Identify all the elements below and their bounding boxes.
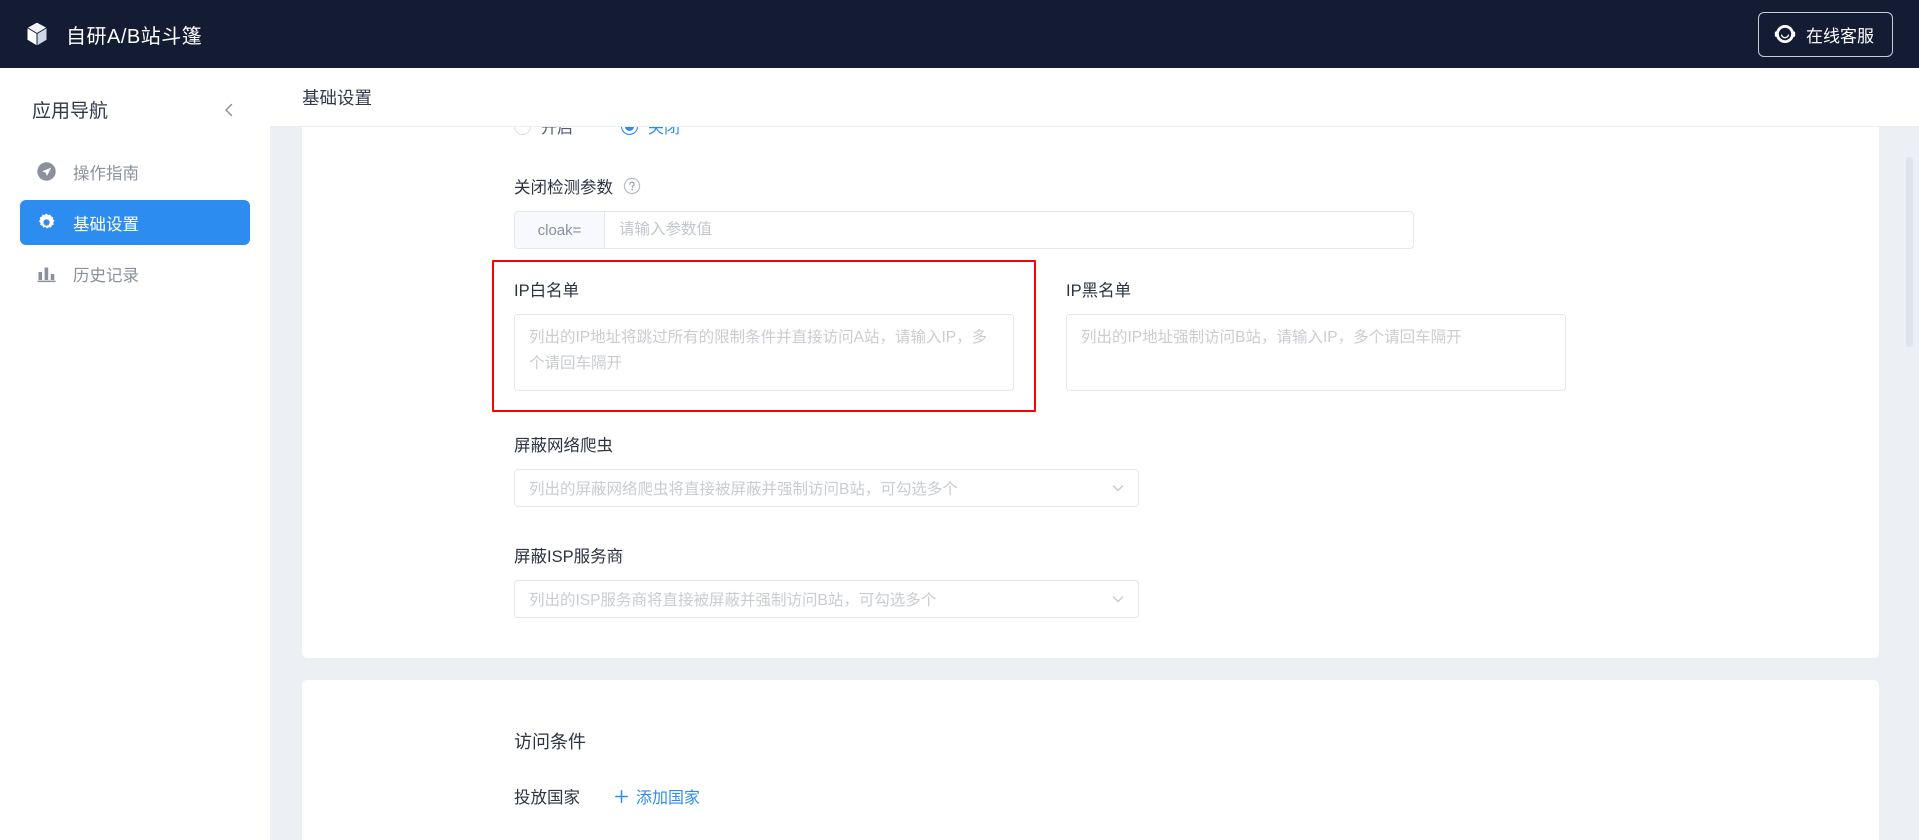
- sidebar-item-label: 历史记录: [73, 266, 139, 285]
- ip-whitelist-label: IP白名单: [514, 282, 580, 300]
- add-country-label: 添加国家: [636, 790, 701, 807]
- ip-blacklist-textarea[interactable]: [1066, 314, 1566, 391]
- chevron-down-icon: [1110, 480, 1126, 496]
- ip-blacklist-label: IP黑名单: [1066, 282, 1132, 300]
- ip-blacklist-label-row: IP黑名单: [1066, 277, 1566, 301]
- sidebar: 应用导航 操作指南 基础设置 历史记录: [0, 68, 270, 840]
- app-title: 自研A/B站斗篷: [66, 25, 203, 48]
- detect-param-prefix: cloak=: [514, 211, 604, 249]
- block-isp-label-row: 屏蔽ISP服务商: [514, 543, 1839, 567]
- access-conditions-card-body: 访问条件 投放国家 添加国家: [302, 680, 1879, 808]
- app-root: 自研A/B站斗篷 在线客服 应用导航 操作指南 基础设置 历史记录 基础设置 开…: [0, 0, 1919, 840]
- add-country-button[interactable]: 添加国家: [614, 784, 700, 808]
- ip-whitelist-label-row: IP白名单: [514, 277, 1014, 301]
- question-circle-icon[interactable]: [623, 177, 641, 195]
- sidebar-title: 应用导航: [32, 101, 109, 122]
- target-country-row: 投放国家 添加国家: [514, 784, 1839, 808]
- radio-label: 开启: [541, 127, 574, 137]
- sidebar-item-label: 操作指南: [73, 164, 139, 183]
- block-crawlers-label: 屏蔽网络爬虫: [514, 437, 613, 455]
- basic-settings-card-body: 开启 关闭 关闭检测参数 cloak= 请输入参数值 IP白名单 列出的IP地址…: [302, 127, 1879, 618]
- page-header: 基础设置: [270, 68, 1919, 127]
- headset-icon: [1773, 22, 1797, 46]
- detect-param-field: 关闭检测参数 cloak=: [514, 174, 1839, 249]
- radio-option-on[interactable]: 开启: [514, 127, 573, 138]
- page-title: 基础设置: [302, 87, 372, 108]
- scrollbar-thumb[interactable]: [1906, 157, 1913, 347]
- sidebar-item-basic-settings[interactable]: 基础设置: [20, 200, 250, 245]
- settings-scroll-area[interactable]: 开启 关闭 关闭检测参数 cloak= 请输入参数值 IP白名单 列出的IP地址…: [270, 127, 1919, 840]
- block-isp-field: 屏蔽ISP服务商 列出的ISP服务商将直接被屏蔽并强制访问B站，可勾选多个: [514, 543, 1839, 618]
- sidebar-item-history[interactable]: 历史记录: [20, 251, 250, 296]
- block-isp-label: 屏蔽ISP服务商: [514, 548, 624, 566]
- plus-icon: [614, 789, 629, 804]
- guide-send-icon: [36, 161, 57, 182]
- ip-whitelist-field: IP白名单: [492, 260, 1036, 412]
- cube-icon: [24, 20, 50, 48]
- gear-icon: [36, 212, 57, 233]
- ip-blacklist-field: IP黑名单: [1066, 277, 1566, 396]
- block-crawlers-label-row: 屏蔽网络爬虫: [514, 432, 1839, 456]
- body: 应用导航 操作指南 基础设置 历史记录 基础设置 开启 关闭 关闭检测参数 cl…: [0, 68, 1919, 840]
- online-support-button[interactable]: 在线客服: [1758, 11, 1893, 57]
- brand: 自研A/B站斗篷: [24, 20, 202, 49]
- online-support-label: 在线客服: [1806, 26, 1874, 46]
- radio-option-off[interactable]: 关闭: [621, 127, 680, 138]
- block-isp-select[interactable]: 列出的ISP服务商将直接被屏蔽并强制访问B站，可勾选多个: [514, 580, 1139, 618]
- chevron-down-icon: [1110, 591, 1126, 607]
- ip-whitelist-textarea[interactable]: [514, 314, 1014, 391]
- sidebar-header: 应用导航: [0, 90, 270, 123]
- detect-param-input-group: cloak=: [514, 211, 1414, 249]
- sidebar-nav: 操作指南 基础设置 历史记录: [0, 149, 270, 296]
- radio-label: 关闭: [648, 127, 681, 137]
- ip-lists-row: IP白名单 IP黑名单: [492, 260, 1839, 412]
- basic-settings-card: 开启 关闭 关闭检测参数 cloak= 请输入参数值 IP白名单 列出的IP地址…: [302, 127, 1879, 658]
- block-crawlers-select[interactable]: 列出的屏蔽网络爬虫将直接被屏蔽并强制访问B站，可勾选多个: [514, 469, 1139, 507]
- detect-param-input[interactable]: [604, 211, 1414, 249]
- detect-param-label-row: 关闭检测参数: [514, 174, 1839, 198]
- target-country-label: 投放国家: [514, 789, 580, 807]
- detect-param-label: 关闭检测参数: [514, 179, 613, 197]
- main-content: 基础设置 开启 关闭 关闭检测参数 cloak= 请输入参数值 IP白名单 列出…: [270, 68, 1919, 840]
- top-bar: 自研A/B站斗篷 在线客服: [0, 0, 1919, 68]
- chevron-left-icon[interactable]: [218, 99, 240, 121]
- radio-dot: [514, 127, 531, 135]
- block-crawlers-placeholder: 列出的屏蔽网络爬虫将直接被屏蔽并强制访问B站，可勾选多个: [529, 481, 958, 498]
- sidebar-item-operation-guide[interactable]: 操作指南: [20, 149, 250, 194]
- enable-toggle-radio-group: 开启 关闭: [514, 127, 1839, 138]
- block-crawlers-field: 屏蔽网络爬虫 列出的屏蔽网络爬虫将直接被屏蔽并强制访问B站，可勾选多个: [514, 432, 1839, 507]
- radio-dot: [621, 127, 639, 135]
- sidebar-item-label: 基础设置: [73, 215, 139, 234]
- bar-chart-icon: [36, 263, 57, 284]
- access-conditions-card: 访问条件 投放国家 添加国家: [302, 680, 1879, 840]
- block-isp-placeholder: 列出的ISP服务商将直接被屏蔽并强制访问B站，可勾选多个: [529, 592, 937, 609]
- access-conditions-title: 访问条件: [514, 732, 586, 752]
